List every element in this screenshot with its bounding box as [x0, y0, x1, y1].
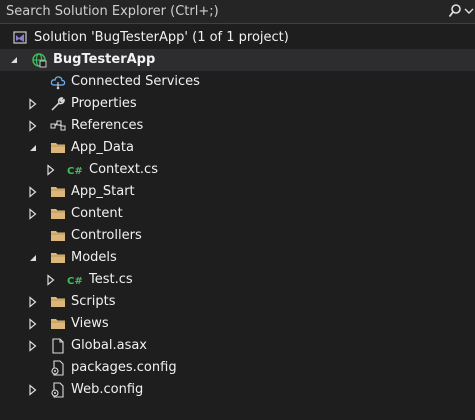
collapsed-chevron-icon[interactable] — [27, 340, 39, 352]
search-bar[interactable]: Search Solution Explorer (Ctrl+;) — [0, 0, 475, 24]
tree-item-label: Models — [71, 250, 117, 265]
tree-item-controllers[interactable]: Controllers — [0, 225, 475, 247]
tree-item-label: Controllers — [71, 228, 142, 243]
folder-icon — [50, 140, 66, 156]
collapsed-chevron-icon[interactable] — [27, 318, 39, 330]
solution-node[interactable]: Solution 'BugTesterApp' (1 of 1 project) — [0, 27, 475, 49]
csharp-file-icon: C# — [67, 162, 83, 178]
references-icon — [50, 118, 66, 134]
tree-item-content[interactable]: Content — [0, 203, 475, 225]
folder-icon — [50, 316, 66, 332]
tree-item-packages-config[interactable]: packages.config — [0, 357, 475, 379]
folder-icon — [50, 294, 66, 310]
config-file-icon — [50, 382, 66, 398]
tree-item-label: Content — [71, 206, 123, 221]
tree-item-label: packages.config — [71, 360, 177, 375]
search-input[interactable]: Search Solution Explorer (Ctrl+;) — [6, 4, 219, 19]
tree-item-label: Global.asax — [71, 338, 148, 353]
folder-icon — [50, 206, 66, 222]
tree-item-label: Scripts — [71, 294, 116, 309]
tree-item-app-start[interactable]: App_Start — [0, 181, 475, 203]
expanded-chevron-icon[interactable] — [27, 252, 39, 264]
tree-item-label: Views — [71, 316, 109, 331]
folder-icon — [50, 228, 66, 244]
tree-item-scripts[interactable]: Scripts — [0, 291, 475, 313]
project-label: BugTesterApp — [53, 52, 156, 67]
collapsed-chevron-icon[interactable] — [27, 208, 39, 220]
tree-item-properties[interactable]: Properties — [0, 93, 475, 115]
csharp-file-icon: C# — [67, 272, 83, 288]
collapsed-chevron-icon[interactable] — [27, 120, 39, 132]
collapsed-chevron-icon[interactable] — [27, 384, 39, 396]
svg-text:C#: C# — [67, 276, 83, 287]
search-icon[interactable] — [448, 3, 462, 19]
collapsed-chevron-icon[interactable] — [27, 296, 39, 308]
tree-item-references[interactable]: References — [0, 115, 475, 137]
tree-item-context-cs[interactable]: C# Context.cs — [0, 159, 475, 181]
tree-item-app-data[interactable]: App_Data — [0, 137, 475, 159]
collapsed-chevron-icon[interactable] — [45, 274, 57, 286]
folder-icon — [50, 250, 66, 266]
collapsed-chevron-icon[interactable] — [27, 186, 39, 198]
tree-item-global-asax[interactable]: Global.asax — [0, 335, 475, 357]
tree-item-label: References — [71, 118, 144, 133]
tree-item-label: Properties — [71, 96, 137, 111]
tree-item-label: Context.cs — [89, 162, 158, 177]
svg-text:C#: C# — [67, 166, 83, 177]
tree-item-views[interactable]: Views — [0, 313, 475, 335]
tree-item-models[interactable]: Models — [0, 247, 475, 269]
config-file-icon — [50, 360, 66, 376]
connected-services-icon — [50, 74, 66, 90]
tree-item-connected-services[interactable]: Connected Services — [0, 71, 475, 93]
solution-icon — [12, 30, 28, 46]
expanded-chevron-icon[interactable] — [27, 142, 39, 154]
solution-label: Solution 'BugTesterApp' (1 of 1 project) — [34, 30, 289, 45]
global-asax-icon — [50, 338, 66, 354]
tree-item-test-cs[interactable]: C# Test.cs — [0, 269, 475, 291]
project-node[interactable]: BugTesterApp — [0, 49, 475, 71]
wrench-icon — [50, 96, 66, 112]
tree-item-label: Connected Services — [71, 74, 200, 89]
tree-item-web-config[interactable]: Web.config — [0, 379, 475, 401]
tree-item-label: App_Data — [71, 140, 134, 155]
web-project-icon — [31, 52, 47, 68]
tree-item-label: Web.config — [71, 382, 144, 397]
folder-icon — [50, 184, 66, 200]
collapsed-chevron-icon[interactable] — [27, 98, 39, 110]
tree-item-label: App_Start — [71, 184, 135, 199]
expanded-chevron-icon[interactable] — [8, 54, 20, 66]
collapsed-chevron-icon[interactable] — [45, 164, 57, 176]
tree-item-label: Test.cs — [89, 272, 133, 287]
search-options-dropdown[interactable] — [464, 3, 474, 19]
